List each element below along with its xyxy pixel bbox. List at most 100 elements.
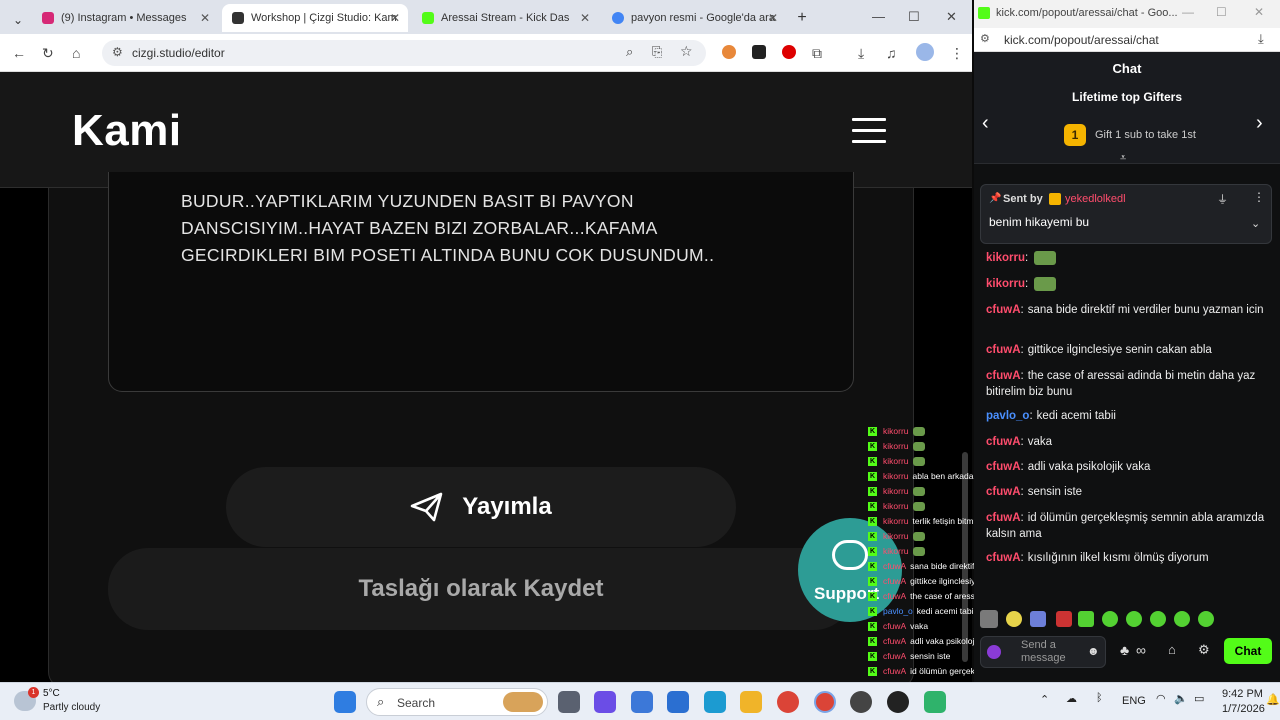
address-bar[interactable]: ⚙ cizgi.studio/editor ⌕ ⎘ ☆	[102, 40, 706, 66]
expand-pinned-icon[interactable]: ⌄	[1251, 217, 1260, 230]
clock-time[interactable]: 9:42 PM	[1222, 688, 1263, 700]
download-icon[interactable]: ⤓	[858, 44, 864, 62]
bookmark-star-icon[interactable]: ☆	[680, 43, 693, 60]
cloud-icon[interactable]: ☁	[1066, 692, 1077, 705]
chat-username[interactable]: kikorru	[986, 252, 1025, 264]
battery-icon[interactable]: ▭	[1194, 692, 1204, 705]
publish-button[interactable]: Yayımla	[226, 467, 736, 547]
clock-date[interactable]: 1/7/2026	[1222, 703, 1265, 715]
chat-username[interactable]: cfuwA	[986, 552, 1021, 564]
emote-icon[interactable]	[1030, 611, 1046, 627]
emote-icon[interactable]	[1078, 611, 1094, 627]
maximize-icon[interactable]: ☐	[908, 8, 920, 26]
emote-icon[interactable]	[1198, 611, 1214, 627]
chrome-profile-icon[interactable]	[814, 691, 836, 713]
next-arrow-icon[interactable]: ›	[1256, 112, 1263, 135]
store-icon[interactable]	[631, 691, 653, 713]
infinity-icon[interactable]: ∞	[1136, 642, 1146, 658]
prev-arrow-icon[interactable]: ‹	[982, 112, 989, 135]
collapse-gifters-icon[interactable]: ⩡	[1120, 152, 1126, 165]
tab-google[interactable]: pavyon resmi - Google'da ara ✕	[602, 4, 786, 32]
save-draft-button[interactable]: Taslağı olarak Kaydet	[108, 548, 854, 630]
copilot-icon[interactable]	[594, 691, 616, 713]
adblock-icon[interactable]	[782, 45, 796, 59]
chat-username[interactable]: cfuwA	[986, 461, 1021, 473]
hamburger-menu-icon[interactable]	[852, 118, 886, 144]
chat-username[interactable]: pavlo_o	[986, 410, 1029, 422]
tab-instagram[interactable]: (9) Instagram • Messages ✕	[32, 4, 218, 32]
emote-icon[interactable]	[1174, 611, 1190, 627]
close-tab-icon[interactable]: ✕	[390, 11, 400, 25]
windows-start-icon[interactable]	[334, 691, 356, 713]
volume-icon[interactable]: 🔈	[1174, 692, 1188, 705]
zoom-icon[interactable]: ⌕	[626, 44, 633, 60]
site-info-icon[interactable]: ⚙	[980, 32, 990, 45]
store-icon[interactable]: ⌂	[1168, 642, 1176, 657]
extensions-puzzle-icon[interactable]: ⧉	[812, 44, 822, 62]
story-textarea[interactable]: BUDUR..YAPTIKLARIM YUZUNDEN BASIT BI PAV…	[108, 172, 854, 392]
emote-icon[interactable]	[1056, 611, 1072, 627]
notification-icon[interactable]: 🔔	[1266, 693, 1280, 706]
emote-icon[interactable]	[1150, 611, 1166, 627]
mail-icon[interactable]	[667, 691, 689, 713]
tab-search-button[interactable]: ⌄	[6, 6, 30, 34]
pinned-message[interactable]: 📌 Sent by yekedlolkedl ⏚ ⋮ benim hikayem…	[980, 184, 1272, 244]
close-window-icon[interactable]: ✕	[946, 8, 957, 26]
gift-prompt[interactable]: Gift 1 sub to take 1st	[1095, 129, 1196, 141]
profile-avatar[interactable]	[916, 43, 934, 61]
more-options-icon[interactable]: ⋮	[1253, 190, 1265, 204]
tray-overflow-icon[interactable]: ⌃	[1040, 693, 1049, 706]
download-icon[interactable]: ⤓	[1258, 31, 1264, 47]
edge-icon[interactable]	[704, 691, 726, 713]
new-tab-button[interactable]: +	[790, 4, 814, 32]
unpin-icon[interactable]: ⏚	[1217, 191, 1228, 207]
chat-username[interactable]: cfuwA	[986, 436, 1021, 448]
file-explorer-icon[interactable]	[740, 691, 762, 713]
emote-icon[interactable]	[980, 610, 998, 628]
overlay-username: pavlo_o	[883, 606, 913, 616]
language-indicator[interactable]: ENG	[1122, 695, 1146, 707]
message-input[interactable]: Send a message ☻	[980, 636, 1106, 668]
site-logo[interactable]: Kami	[72, 106, 182, 156]
send-chat-button[interactable]: Chat	[1224, 638, 1272, 664]
menu-kebab-icon[interactable]: ⋮	[950, 44, 964, 62]
close-tab-icon[interactable]: ✕	[200, 11, 210, 25]
minimize-icon[interactable]: —	[1182, 5, 1194, 19]
emote-icon[interactable]	[1102, 611, 1118, 627]
pinned-user[interactable]: yekedlolkedl	[1065, 193, 1126, 205]
extension-icon[interactable]	[722, 45, 736, 59]
chrome-icon[interactable]	[777, 691, 799, 713]
task-view-icon[interactable]	[558, 691, 580, 713]
media-control-icon[interactable]: ♫	[886, 44, 897, 62]
close-tab-icon[interactable]: ✕	[580, 11, 590, 25]
back-icon[interactable]: ←	[12, 44, 26, 62]
install-icon[interactable]: ⎘	[652, 44, 662, 60]
obs-icon[interactable]	[850, 691, 872, 713]
emote-icon[interactable]	[1126, 611, 1142, 627]
emoji-picker-icon[interactable]: ☻	[1087, 644, 1100, 658]
reload-icon[interactable]: ↻	[42, 44, 54, 62]
chat-username[interactable]: cfuwA	[986, 370, 1021, 382]
tab-kick-stream[interactable]: Aressai Stream - Kick Das ✕	[412, 4, 598, 32]
emote-menu-icon[interactable]: ♣	[1120, 642, 1129, 658]
extension-icon[interactable]	[752, 45, 766, 59]
chat-username[interactable]: kikorru	[986, 278, 1025, 290]
chat-username[interactable]: cfuwA	[986, 512, 1021, 524]
home-icon[interactable]: ⌂	[72, 44, 80, 62]
site-info-icon[interactable]: ⚙	[112, 45, 123, 59]
wifi-icon[interactable]: ◠	[1156, 692, 1166, 705]
chat-username[interactable]: cfuwA	[986, 344, 1021, 356]
emote-icon[interactable]	[1006, 611, 1022, 627]
app-icon[interactable]	[887, 691, 909, 713]
tab-workshop[interactable]: Workshop | Çizgi Studio: Kam ✕	[222, 4, 408, 32]
settings-gear-icon[interactable]: ⚙	[1198, 642, 1210, 658]
close-window-icon[interactable]: ✕	[1254, 5, 1264, 19]
chat-username[interactable]: cfuwA	[986, 486, 1021, 498]
bluetooth-icon[interactable]: ᛒ	[1096, 692, 1103, 704]
close-tab-icon[interactable]: ✕	[768, 11, 778, 25]
taskbar-search[interactable]: ⌕ Search	[366, 688, 548, 716]
minimize-icon[interactable]: —	[872, 8, 885, 26]
chat-username[interactable]: cfuwA	[986, 304, 1021, 316]
maximize-icon[interactable]: ☐	[1216, 5, 1227, 19]
app-icon[interactable]	[924, 691, 946, 713]
